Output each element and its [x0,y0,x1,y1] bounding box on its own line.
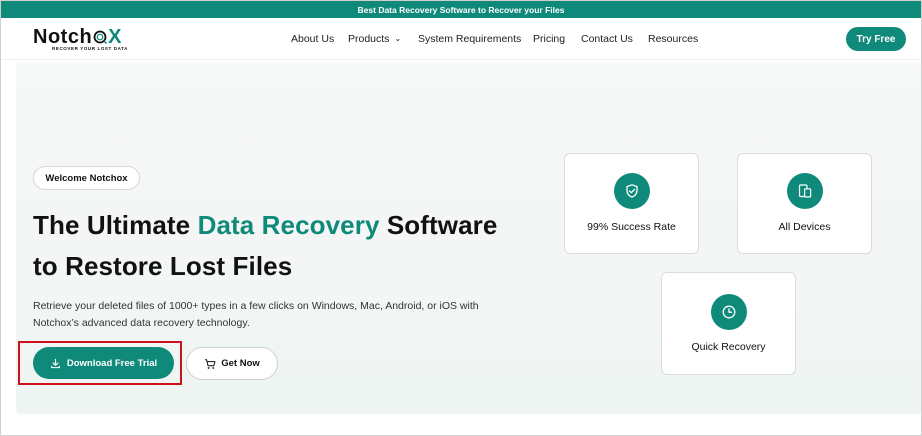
nav-products-label: Products [348,33,390,45]
nav-resources-label: Resources [648,33,699,45]
logo-text-right: X [108,26,123,48]
get-now-label: Get Now [221,358,260,369]
nav-products[interactable]: Products ⌄ [348,33,401,45]
logo-o-mark-icon [93,30,108,44]
hero-headline: The Ultimate Data Recovery Software to R… [33,205,553,287]
try-free-button[interactable]: Try Free [846,27,906,51]
nav-resources[interactable]: Resources [648,33,698,45]
description-line1: Retrieve your deleted files of 1000+ typ… [33,300,479,312]
nav-system-requirements-label: System Requirements [418,33,522,45]
nav-about-us-label: About Us [291,33,335,45]
headline-part2: Software [379,210,498,240]
nav-system-requirements[interactable]: System Requirements [418,33,521,45]
announcement-bar: Best Data Recovery Software to Recover y… [1,1,921,18]
cart-icon [205,358,216,369]
nav-contact-us[interactable]: Contact Us [581,33,633,45]
feature-label-quick-recovery: Quick Recovery [691,341,766,353]
hero-description: Retrieve your deleted files of 1000+ typ… [33,298,533,332]
download-button-label: Download Free Trial [66,357,158,369]
headline-part1: The Ultimate [33,210,198,240]
notchox-logo[interactable]: Notch X RECOVER YOUR LOST DATA [33,26,143,54]
shield-check-icon [614,173,650,209]
get-now-button[interactable]: Get Now [186,347,278,380]
chevron-down-icon: ⌄ [394,34,402,43]
logo-wordmark: Notch X [33,26,122,48]
feature-label-success-rate: 99% Success Rate [587,221,676,233]
welcome-badge: Welcome Notchox [33,166,140,190]
headline-line2: to Restore Lost Files [33,251,293,281]
nav-pricing[interactable]: Pricing [533,33,565,45]
download-free-trial-button[interactable]: Download Free Trial [33,347,174,379]
logo-tagline: RECOVER YOUR LOST DATA [52,46,128,51]
logo-text-left: Notch [33,26,93,48]
headline-accent: Data Recovery [197,210,380,240]
announcement-text: Best Data Recovery Software to Recover y… [357,4,565,15]
feature-card-success-rate: 99% Success Rate [564,153,699,254]
nav-pricing-label: Pricing [533,33,566,45]
download-icon [50,358,60,368]
clock-icon [711,294,747,330]
description-line2: Notchox’s advanced data recovery technol… [33,317,250,329]
feature-label-all-devices: All Devices [778,221,831,233]
top-navigation: Notch X RECOVER YOUR LOST DATA About Us … [1,18,921,60]
feature-card-quick-recovery: Quick Recovery [661,272,796,375]
nav-contact-us-label: Contact Us [581,33,633,45]
browser-viewport: Best Data Recovery Software to Recover y… [0,0,922,436]
feature-card-all-devices: All Devices [737,153,872,254]
nav-about-us[interactable]: About Us [291,33,334,45]
devices-icon [787,173,823,209]
